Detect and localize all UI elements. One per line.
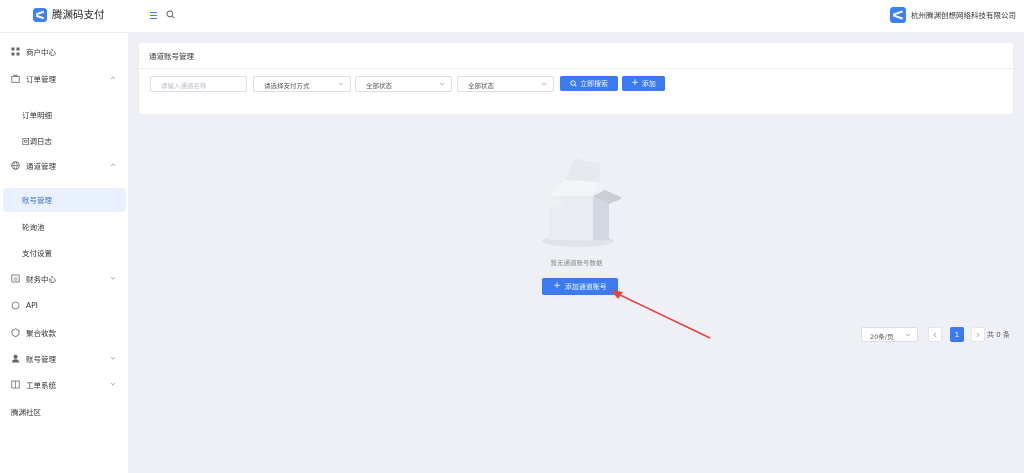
- sidebar-item-aggregate-collection[interactable]: 聚合收款: [0, 321, 129, 345]
- page-number-current[interactable]: 1: [950, 327, 964, 342]
- sidebar-item-label: 账号管理: [22, 196, 52, 205]
- company-name: 杭州腾渊创想网络科技有限公司: [911, 10, 1016, 20]
- globe-icon: [11, 161, 20, 170]
- menu-toggle-icon[interactable]: [150, 12, 157, 19]
- chevron-up-icon: [110, 76, 116, 80]
- sidebar-item-callback-log[interactable]: 回调日志: [0, 129, 129, 153]
- sidebar-item-finance-center[interactable]: 财务中心: [0, 267, 129, 291]
- sidebar-item-ticket-system[interactable]: 工单系统: [0, 373, 129, 397]
- sidebar-item-label: 订单管理: [26, 75, 56, 84]
- sidebar-item-community[interactable]: 腾渊社区: [0, 400, 129, 424]
- total-count: 共 0 条: [987, 331, 1010, 339]
- main-content: 通道账号管理 请输入通道名称 请选择支付方式 全部状态 全部状态 立即搜索 + …: [129, 33, 1024, 473]
- chevron-down-icon: [905, 333, 911, 337]
- sidebar-item-label: 账号管理: [26, 355, 56, 364]
- search-icon[interactable]: [166, 10, 175, 19]
- sidebar-item-label: 商户中心: [26, 48, 56, 57]
- sidebar-item-label: 通道管理: [26, 162, 56, 171]
- book-icon: [11, 380, 20, 389]
- red-arrow-annotation: [611, 290, 711, 339]
- chevron-down-icon: [110, 382, 116, 386]
- chevron-left-icon: [933, 332, 937, 337]
- app-logo[interactable]: 腾渊码支付: [33, 7, 105, 22]
- collect-icon: [11, 328, 20, 337]
- bag-icon: [11, 74, 20, 83]
- next-page-button[interactable]: [971, 327, 985, 342]
- api-icon: [11, 301, 20, 310]
- sidebar-item-account-management[interactable]: 账号管理: [3, 188, 126, 212]
- sidebar-item-polling-pool[interactable]: 轮询池: [0, 215, 129, 239]
- company-logo-icon: [890, 7, 906, 23]
- app-name: 腾渊码支付: [52, 9, 105, 21]
- user-icon: [11, 354, 20, 363]
- sidebar-item-account-admin[interactable]: 账号管理: [0, 347, 129, 371]
- sidebar-item-label: 支付设置: [22, 249, 52, 258]
- sidebar-item-order-management[interactable]: 订单管理: [0, 67, 129, 91]
- top-bar: 腾渊码支付 杭州腾渊创想网络科技有限公司: [0, 0, 1024, 33]
- sidebar-item-label: 聚合收款: [26, 329, 56, 338]
- sidebar-item-label: 财务中心: [26, 275, 56, 284]
- sidebar-item-order-details[interactable]: 订单明细: [0, 103, 129, 127]
- page-size-value: 20条/页: [870, 333, 894, 341]
- sidebar-item-api[interactable]: API: [0, 294, 129, 318]
- grid-icon: [11, 47, 20, 56]
- page-size-select[interactable]: 20条/页: [861, 327, 918, 342]
- chevron-right-icon: [976, 332, 980, 337]
- sidebar-item-label: 轮询池: [22, 223, 45, 232]
- prev-page-button[interactable]: [928, 327, 942, 342]
- sidebar: 商户中心 订单管理 订单明细 回调日志 通道管理 账号管理 轮询池 支付设置 财…: [0, 33, 129, 473]
- sidebar-item-channel-management[interactable]: 通道管理: [0, 154, 129, 178]
- company-info[interactable]: 杭州腾渊创想网络科技有限公司: [890, 7, 1016, 23]
- sidebar-item-label: 订单明细: [22, 111, 52, 120]
- sidebar-item-label: 回调日志: [22, 137, 52, 146]
- sidebar-item-label: API: [26, 301, 38, 310]
- sidebar-item-label: 腾渊社区: [11, 408, 41, 417]
- chevron-down-icon: [110, 356, 116, 360]
- sidebar-item-label: 工单系统: [26, 381, 56, 390]
- logo-mark-icon: [33, 7, 47, 22]
- finance-icon: [11, 274, 20, 283]
- sidebar-item-payment-settings[interactable]: 支付设置: [0, 241, 129, 265]
- chevron-up-icon: [110, 163, 116, 167]
- chevron-down-icon: [110, 276, 116, 280]
- sidebar-item-merchant-center[interactable]: 商户中心: [0, 40, 129, 64]
